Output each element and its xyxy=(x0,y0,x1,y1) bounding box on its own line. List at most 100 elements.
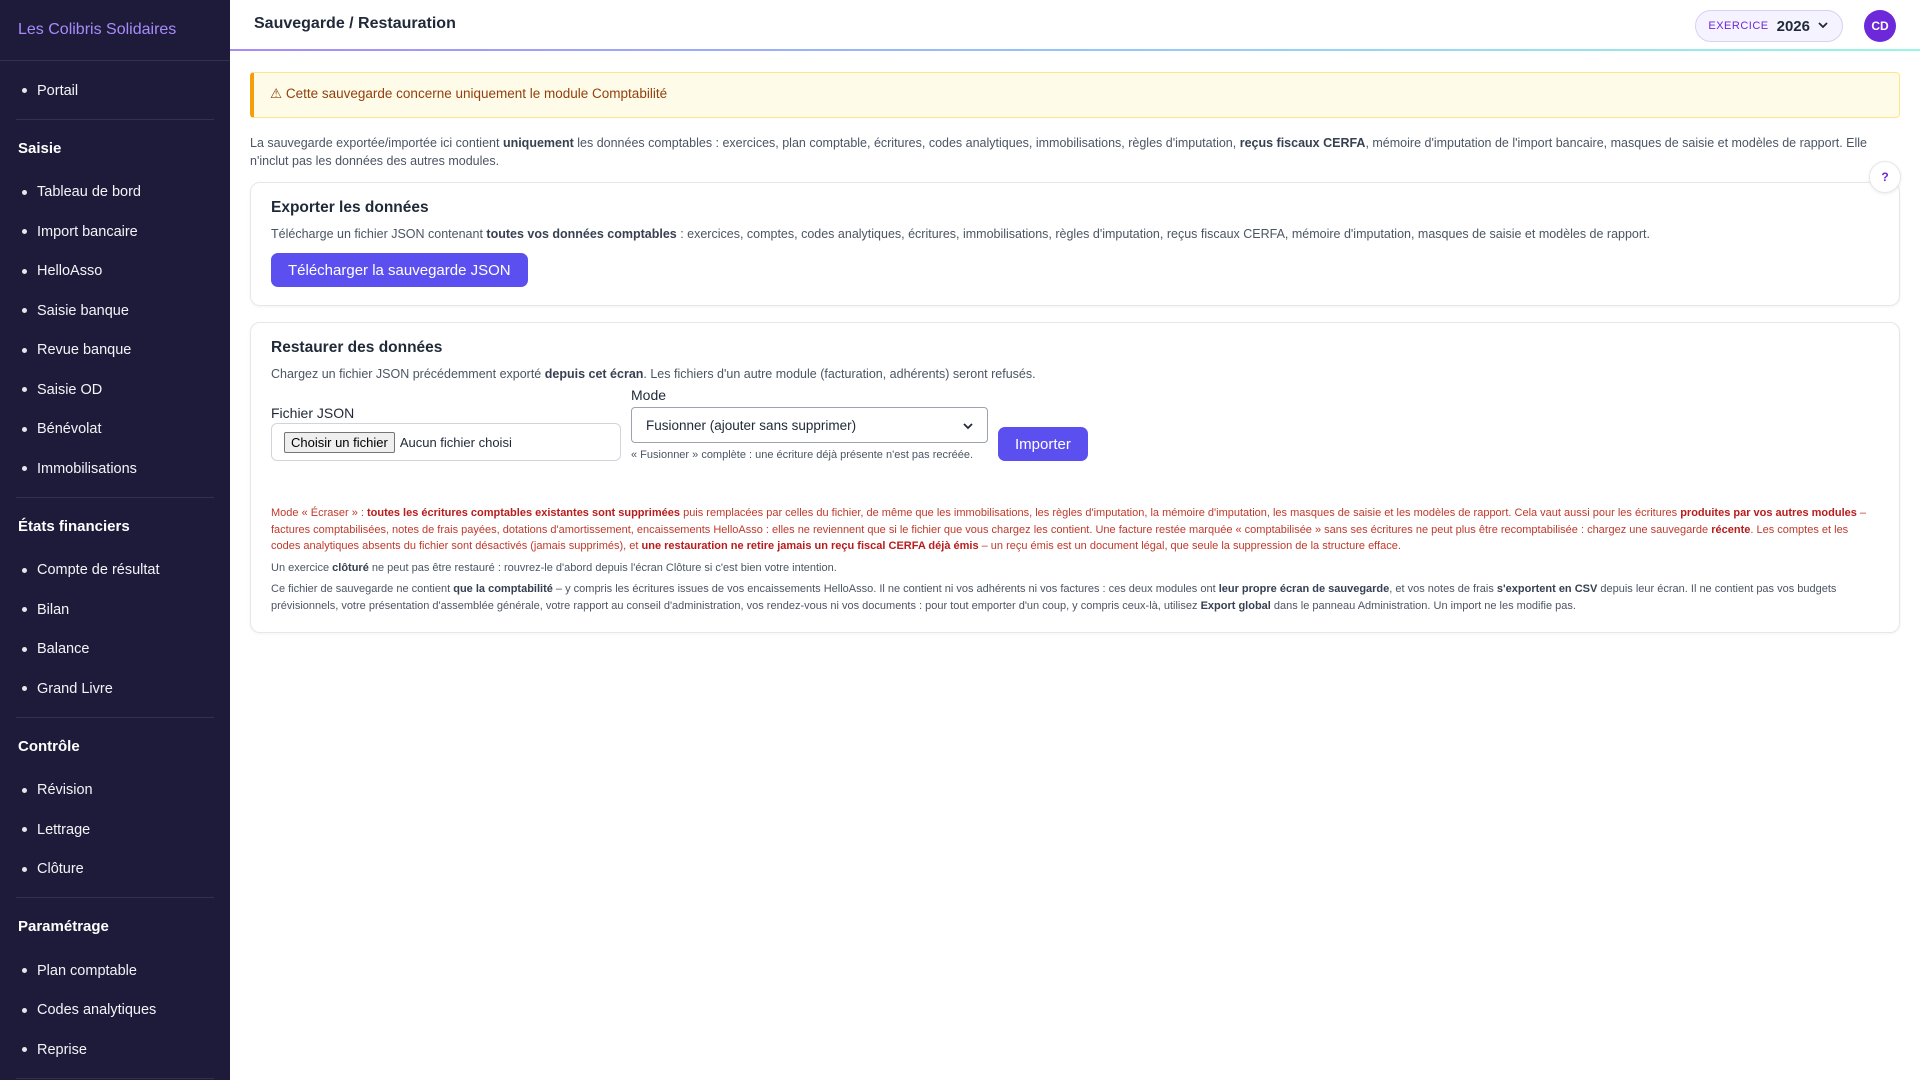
help-button[interactable]: ? xyxy=(1869,161,1901,193)
closed-note-part: Un exercice xyxy=(271,561,333,574)
overwrite-warning-bold: produites par vos autres modules xyxy=(1680,507,1857,519)
main-content: ⚠ Cette sauvegarde concerne uniquement l… xyxy=(250,72,1901,633)
exercice-year: 2026 xyxy=(1776,17,1810,35)
bullet-icon xyxy=(22,787,27,793)
sidebar-section-controle: Contrôle Révision Lettrage Clôture xyxy=(16,716,214,898)
sidebar-item-cloture[interactable]: Clôture xyxy=(16,850,214,890)
exercice-selector[interactable]: EXERCICE 2026 xyxy=(1695,10,1843,42)
scope-note-part: dans le panneau Administration. Un impor… xyxy=(1270,599,1576,612)
sidebar-item-saisie-od[interactable]: Saisie OD xyxy=(16,370,214,410)
sidebar-item-label: HelloAsso xyxy=(37,263,103,280)
export-description: Télécharge un fichier JSON contenant tou… xyxy=(271,227,1879,241)
export-card: ? Exporter les données Télécharge un fic… xyxy=(250,161,1901,306)
sidebar-item-label: Bilan xyxy=(37,601,70,618)
import-button[interactable]: Importer xyxy=(998,427,1088,461)
sidebar-item-label: Plan comptable xyxy=(37,962,137,979)
scope-note-bold: s'exportent en CSV xyxy=(1496,583,1598,595)
sidebar-item-tableau-de-bord[interactable]: Tableau de bord xyxy=(16,173,214,213)
mode-selected-value: Fusionner (ajouter sans supprimer) xyxy=(646,417,857,433)
overwrite-warning-part: puis remplacées par celles du fichier, d… xyxy=(680,507,1681,519)
choose-file-button[interactable]: Choisir un fichier xyxy=(284,431,395,453)
scope-note-bold: que la comptabilité xyxy=(453,583,553,595)
scope-note: Ce fichier de sauvegarde ne contient que… xyxy=(271,581,1879,614)
exercice-label: EXERCICE xyxy=(1708,20,1769,32)
module-warning-banner: ⚠ Cette sauvegarde concerne uniquement l… xyxy=(250,72,1900,118)
sidebar-item-label: Reprise xyxy=(37,1041,87,1058)
bullet-icon xyxy=(22,646,27,652)
bullet-icon xyxy=(22,387,27,393)
sidebar-item-portail[interactable]: Portail xyxy=(0,71,230,111)
scope-note-part: Ce fichier de sauvegarde ne contient xyxy=(271,583,454,595)
sidebar-item-grand-livre[interactable]: Grand Livre xyxy=(16,669,214,709)
bullet-icon xyxy=(22,88,27,94)
file-name-text: Aucun fichier choisi xyxy=(399,434,512,450)
avatar[interactable]: CD xyxy=(1864,10,1896,42)
sidebar-item-helloasso[interactable]: HelloAsso xyxy=(16,252,214,292)
sidebar-item-import-bancaire[interactable]: Import bancaire xyxy=(16,212,214,252)
sidebar-item-balance[interactable]: Balance xyxy=(16,630,214,670)
sidebar-item-label: Balance xyxy=(37,641,90,658)
bullet-icon xyxy=(22,426,27,432)
export-description-part: : exercices, comptes, codes analytiques,… xyxy=(676,227,1650,241)
sidebar-item-revue-banque[interactable]: Revue banque xyxy=(16,331,214,371)
intro-text-part: les données comptables : exercices, plan… xyxy=(573,136,1240,150)
restore-card: Restaurer des données Chargez un fichier… xyxy=(250,322,1900,633)
sidebar-item-label: Tableau de bord xyxy=(37,184,141,201)
restore-form: Fichier JSON Choisir un fichier Aucun fi… xyxy=(271,387,1879,503)
sidebar-item-immobilisations[interactable]: Immobilisations xyxy=(16,449,214,489)
sidebar-item-reprise[interactable]: Reprise xyxy=(16,1030,214,1070)
sidebar-item-revision[interactable]: Révision xyxy=(16,771,214,811)
restore-description-part: Chargez un fichier JSON précédemment exp… xyxy=(271,367,545,381)
sidebar-item-label: Bénévolat xyxy=(37,421,102,438)
sidebar-item-label: Clôture xyxy=(37,861,84,878)
sidebar-item-label: Import bancaire xyxy=(37,223,138,240)
sidebar-section-etats-financiers: États financiers Compte de résultat Bila… xyxy=(16,496,214,717)
overwrite-warning-bold: toutes les écritures comptables existant… xyxy=(367,507,681,519)
bullet-icon xyxy=(22,189,27,195)
sidebar-item-plan-comptable[interactable]: Plan comptable xyxy=(16,951,214,991)
sidebar-item-label: Saisie OD xyxy=(37,381,103,398)
sidebar-section-saisie: Saisie Tableau de bord Import bancaire H… xyxy=(16,118,214,497)
sidebar-item-lettrage[interactable]: Lettrage xyxy=(16,810,214,850)
scope-note-bold: Export global xyxy=(1200,599,1271,612)
bullet-icon xyxy=(22,466,27,472)
mode-hint: « Fusionner » complète : une écriture dé… xyxy=(631,449,974,461)
sidebar-section-title: Paramétrage xyxy=(18,918,109,935)
mode-select[interactable]: Fusionner (ajouter sans supprimer) xyxy=(631,407,988,443)
intro-text-part: La sauvegarde exportée/importée ici cont… xyxy=(250,136,503,150)
file-input[interactable]: Choisir un fichier Aucun fichier choisi xyxy=(271,423,621,461)
bullet-icon xyxy=(22,968,27,974)
export-description-bold: toutes vos données comptables xyxy=(486,227,677,241)
closed-note-bold: clôturé xyxy=(332,561,369,574)
sidebar-item-codes-analytiques[interactable]: Codes analytiques xyxy=(16,991,214,1031)
sidebar-item-saisie-banque[interactable]: Saisie banque xyxy=(16,291,214,331)
restore-description-part: . Les fichiers d'un autre module (factur… xyxy=(643,367,1036,381)
bullet-icon xyxy=(22,686,27,692)
brand-name[interactable]: Les Colibris Solidaires xyxy=(0,0,230,61)
restore-title: Restaurer des données xyxy=(271,339,443,356)
bullet-icon xyxy=(22,1007,27,1013)
export-title: Exporter les données xyxy=(271,199,429,216)
sidebar-item-compte-de-resultat[interactable]: Compte de résultat xyxy=(16,551,214,591)
closed-exercise-note: Un exercice clôturé ne peut pas être res… xyxy=(271,560,1879,577)
mode-field-label: Mode xyxy=(631,387,667,403)
sidebar-section-title: Contrôle xyxy=(18,737,80,755)
bullet-icon xyxy=(22,607,27,613)
bullet-icon xyxy=(22,827,27,833)
overwrite-warning: Mode « Écraser » : toutes les écritures … xyxy=(271,505,1879,555)
sidebar-item-benevolat[interactable]: Bénévolat xyxy=(16,410,214,450)
sidebar-item-label: Revue banque xyxy=(37,342,132,359)
sidebar-item-label: Codes analytiques xyxy=(37,1002,157,1019)
sidebar-item-bilan[interactable]: Bilan xyxy=(16,590,214,630)
restore-description-bold: depuis cet écran xyxy=(544,367,644,381)
sidebar-item-label: Révision xyxy=(37,782,93,799)
sidebar-item-label: Saisie banque xyxy=(37,302,129,319)
overwrite-warning-bold: une restauration ne retire jamais un reç… xyxy=(641,540,979,552)
bullet-icon xyxy=(22,1047,27,1053)
scope-note-part: – y compris les écritures issues de vos … xyxy=(552,583,1219,595)
sidebar-section-parametrage: Paramétrage Plan comptable Codes analyti… xyxy=(16,897,214,1078)
chevron-down-icon xyxy=(963,418,973,433)
sidebar-item-label: Grand Livre xyxy=(37,680,113,697)
download-json-button[interactable]: Télécharger la sauvegarde JSON xyxy=(271,253,528,287)
sidebar-item-label: Compte de résultat xyxy=(37,562,160,579)
